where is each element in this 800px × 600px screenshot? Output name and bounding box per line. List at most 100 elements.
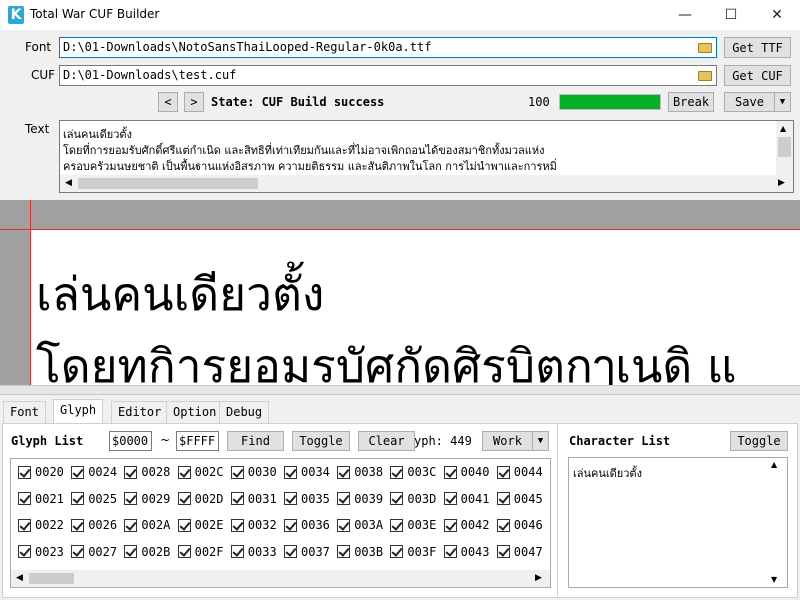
- checkbox-checked-icon[interactable]: [284, 545, 297, 558]
- glyph-checkbox-item[interactable]: 0035: [284, 492, 330, 506]
- close-button[interactable]: ✕: [754, 0, 800, 30]
- tab-editor[interactable]: Editor: [111, 401, 169, 423]
- glyph-checkbox-item[interactable]: 0034: [284, 465, 330, 479]
- work-dropdown-button[interactable]: ▼: [532, 431, 549, 451]
- scroll-right-icon[interactable]: ▶: [778, 178, 785, 188]
- checkbox-checked-icon[interactable]: [71, 465, 85, 479]
- prev-button[interactable]: <: [158, 92, 178, 112]
- panel-splitter[interactable]: [0, 385, 800, 395]
- text-vscrollbar[interactable]: ▲: [776, 121, 793, 175]
- save-button[interactable]: Save: [724, 92, 774, 112]
- checkbox-checked-icon[interactable]: [284, 518, 297, 532]
- glyph-checkbox-item[interactable]: 0043: [443, 545, 490, 559]
- glyph-checkbox-item[interactable]: 0024: [71, 465, 117, 479]
- glyph-checkbox-item[interactable]: 0047: [496, 545, 543, 559]
- next-button[interactable]: >: [184, 92, 204, 112]
- glyph-checkbox-item[interactable]: 0027: [71, 545, 117, 559]
- scroll-down-icon[interactable]: ▼: [771, 575, 777, 584]
- glyph-checkbox-item[interactable]: 003F: [390, 545, 436, 559]
- clear-button[interactable]: Clear: [358, 431, 415, 451]
- checkbox-checked-icon[interactable]: [496, 545, 510, 558]
- glyph-checkbox-item[interactable]: 0033: [230, 545, 277, 559]
- glyph-checkbox-item[interactable]: 0025: [71, 492, 117, 506]
- glyph-checkbox-item[interactable]: 0028: [124, 465, 170, 479]
- checkbox-checked-icon[interactable]: [71, 492, 85, 505]
- checkbox-checked-icon[interactable]: [124, 492, 138, 505]
- glyph-checkbox-item[interactable]: 003D: [390, 492, 436, 506]
- checkbox-checked-icon[interactable]: [390, 465, 404, 479]
- glyph-checkbox-item[interactable]: 0045: [496, 492, 543, 506]
- checkbox-checked-icon[interactable]: [124, 465, 138, 479]
- glyph-checkbox-item[interactable]: 002A: [124, 518, 170, 532]
- checkbox-checked-icon[interactable]: [230, 545, 244, 558]
- scroll-up-icon[interactable]: ▲: [771, 460, 777, 469]
- checkbox-checked-icon[interactable]: [284, 492, 297, 505]
- break-button[interactable]: Break: [668, 92, 714, 112]
- font-path-input[interactable]: D:\01-Downloads\NotoSansThaiLooped-Regul…: [59, 37, 717, 58]
- glyph-checkbox-item[interactable]: 0026: [71, 518, 117, 532]
- checkbox-checked-icon[interactable]: [71, 545, 85, 558]
- character-list-input[interactable]: เล่นคนเดียวตั้ง ▲ ▼: [568, 457, 788, 588]
- checkbox-checked-icon[interactable]: [390, 545, 404, 558]
- checkbox-checked-icon[interactable]: [443, 492, 457, 505]
- range-end-input[interactable]: $FFFF: [176, 431, 219, 451]
- checkbox-checked-icon[interactable]: [177, 545, 191, 558]
- text-hscroll-thumb[interactable]: [78, 178, 258, 189]
- glyph-checkbox-item[interactable]: 0031: [230, 492, 277, 506]
- glyph-hscrollbar[interactable]: ◀ ▶: [11, 570, 550, 587]
- checkbox-checked-icon[interactable]: [496, 465, 510, 479]
- checkbox-checked-icon[interactable]: [337, 545, 351, 558]
- glyph-checkbox-item[interactable]: 003E: [390, 518, 436, 532]
- glyph-checkbox-item[interactable]: 0042: [443, 518, 490, 532]
- checkbox-checked-icon[interactable]: [230, 518, 244, 532]
- checkbox-checked-icon[interactable]: [124, 545, 138, 558]
- checkbox-checked-icon[interactable]: [177, 492, 191, 505]
- glyph-checkbox-item[interactable]: 0029: [124, 492, 170, 506]
- checkbox-checked-icon[interactable]: [177, 465, 191, 479]
- checkbox-checked-icon[interactable]: [230, 465, 244, 479]
- scroll-up-icon[interactable]: ▲: [780, 124, 786, 133]
- scroll-right-icon[interactable]: ▶: [535, 573, 542, 583]
- glyph-checkbox-item[interactable]: 0023: [18, 545, 64, 559]
- work-button[interactable]: Work: [482, 431, 532, 451]
- checkbox-checked-icon[interactable]: [337, 518, 351, 532]
- text-vscroll-thumb[interactable]: [778, 137, 791, 157]
- checkbox-checked-icon[interactable]: [18, 518, 31, 532]
- checkbox-checked-icon[interactable]: [18, 545, 31, 558]
- cuf-browse-button[interactable]: [696, 67, 714, 84]
- glyph-checkbox-item[interactable]: 0041: [443, 492, 490, 506]
- minimize-button[interactable]: —: [662, 0, 708, 30]
- checkbox-checked-icon[interactable]: [230, 492, 244, 505]
- glyph-checkbox-item[interactable]: 003A: [337, 518, 383, 532]
- find-button[interactable]: Find: [227, 431, 284, 451]
- glyph-checkbox-item[interactable]: 0020: [18, 465, 64, 479]
- checkbox-checked-icon[interactable]: [71, 518, 85, 532]
- glyph-checkbox-item[interactable]: 0037: [284, 545, 330, 559]
- glyph-checkbox-item[interactable]: 0046: [496, 518, 543, 532]
- text-input-area[interactable]: เล่นคนเดียวตั้ง โดยที่การยอมรับศักดิ์ศรี…: [59, 120, 794, 193]
- glyph-checkbox-item[interactable]: 002C: [177, 465, 224, 479]
- glyph-checkbox-item[interactable]: 002F: [177, 545, 224, 559]
- get-ttf-button[interactable]: Get TTF: [724, 37, 791, 58]
- checkbox-checked-icon[interactable]: [390, 492, 404, 505]
- tab-glyph[interactable]: Glyph: [53, 399, 104, 423]
- glyph-checkbox-item[interactable]: 003B: [337, 545, 383, 559]
- glyph-checkbox-item[interactable]: 0044: [496, 465, 543, 479]
- glyph-hscroll-thumb[interactable]: [29, 573, 74, 584]
- tab-font[interactable]: Font: [3, 401, 46, 423]
- scroll-left-icon[interactable]: ◀: [65, 178, 72, 188]
- checkbox-checked-icon[interactable]: [496, 492, 510, 505]
- preview-canvas[interactable]: เล่นคนเดียวตั้ง โดยทกิารยอมรบัศกัดศิรบิต…: [30, 230, 800, 385]
- glyph-checkbox-item[interactable]: 0032: [230, 518, 277, 532]
- checkbox-checked-icon[interactable]: [390, 518, 404, 532]
- glyph-toggle-button[interactable]: Toggle: [292, 431, 350, 451]
- get-cuf-button[interactable]: Get CUF: [724, 65, 791, 86]
- glyph-checkbox-item[interactable]: 002B: [124, 545, 170, 559]
- char-toggle-button[interactable]: Toggle: [730, 431, 788, 451]
- glyph-checkbox-item[interactable]: 003C: [390, 465, 436, 479]
- glyph-checkbox-item[interactable]: 0021: [18, 492, 64, 506]
- checkbox-checked-icon[interactable]: [337, 465, 351, 479]
- checkbox-checked-icon[interactable]: [124, 518, 138, 532]
- glyph-checkbox-item[interactable]: 002E: [177, 518, 224, 532]
- glyph-checkbox-item[interactable]: 002D: [177, 492, 224, 506]
